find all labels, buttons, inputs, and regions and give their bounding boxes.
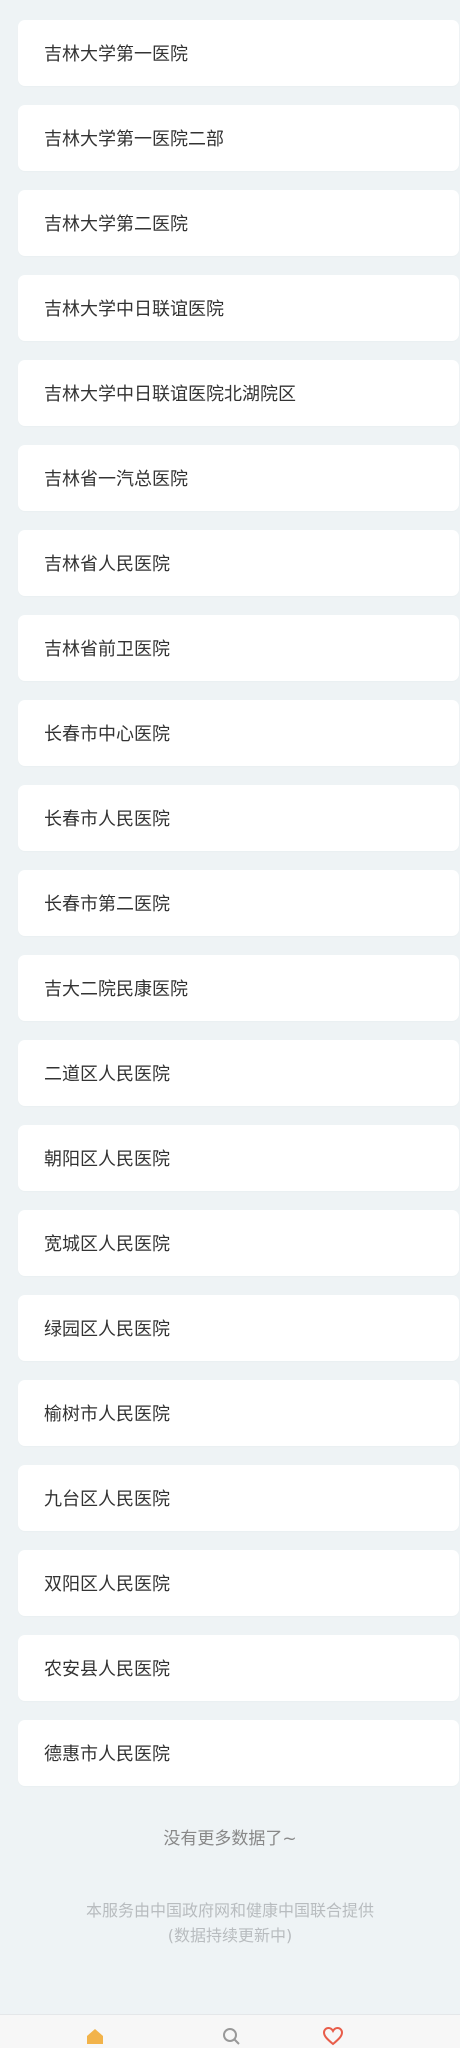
list-item-hospital[interactable]: 榆树市人民医院 — [18, 1380, 459, 1446]
hospital-name: 九台区人民医院 — [44, 1489, 170, 1510]
list-item-hospital[interactable]: 吉林大学第一医院 — [18, 20, 459, 86]
hospital-name: 绿园区人民医院 — [44, 1319, 170, 1340]
hospital-name: 吉林大学第二医院 — [44, 214, 188, 235]
heart-icon — [322, 2025, 344, 2047]
tab-favorites[interactable] — [322, 2025, 352, 2047]
list-item-hospital[interactable]: 吉大二院民康医院 — [18, 955, 459, 1021]
footer-line-updating: (数据持续更新中) — [167, 1926, 293, 1945]
list-item-hospital[interactable]: 吉林大学中日联谊医院 — [18, 275, 459, 341]
no-more-data-text: 没有更多数据了~ — [163, 1829, 297, 1849]
tab-home[interactable] — [84, 2025, 114, 2047]
hospital-name: 德惠市人民医院 — [44, 1744, 170, 1765]
list-item-hospital[interactable]: 吉林大学第二医院 — [18, 190, 459, 256]
list-item-hospital[interactable]: 双阳区人民医院 — [18, 1550, 459, 1616]
home-icon — [84, 2025, 106, 2047]
hospital-name: 吉林大学第一医院二部 — [44, 129, 224, 150]
hospital-name: 吉林大学中日联谊医院北湖院区 — [44, 384, 296, 405]
list-item-hospital[interactable]: 朝阳区人民医院 — [18, 1125, 459, 1191]
bottom-tab-bar — [0, 2014, 460, 2048]
list-item-hospital[interactable]: 二道区人民医院 — [18, 1040, 459, 1106]
hospital-name: 长春市人民医院 — [44, 809, 170, 830]
hospital-name: 吉林大学第一医院 — [44, 44, 188, 65]
hospital-name: 二道区人民医院 — [44, 1064, 170, 1085]
list-item-hospital[interactable]: 吉林省一汽总医院 — [18, 445, 459, 511]
list-item-hospital[interactable]: 宽城区人民医院 — [18, 1210, 459, 1276]
list-item-hospital[interactable]: 吉林大学中日联谊医院北湖院区 — [18, 360, 459, 426]
hospital-name: 吉大二院民康医院 — [44, 979, 188, 1000]
hospital-name: 吉林省一汽总医院 — [44, 469, 188, 490]
list-item-hospital[interactable]: 九台区人民医院 — [18, 1465, 459, 1531]
hospital-name: 长春市中心医院 — [44, 724, 170, 745]
list-item-hospital[interactable]: 长春市中心医院 — [18, 700, 459, 766]
list-item-hospital[interactable]: 吉林省人民医院 — [18, 530, 459, 596]
list-item-hospital[interactable]: 长春市人民医院 — [18, 785, 459, 851]
hospital-name: 榆树市人民医院 — [44, 1404, 170, 1425]
list-item-hospital[interactable]: 绿园区人民医院 — [18, 1295, 459, 1361]
footer-line-provider: 本服务由中国政府网和健康中国联合提供 — [85, 1901, 374, 1920]
list-item-hospital[interactable]: 吉林大学第一医院二部 — [18, 105, 459, 171]
hospital-name: 长春市第二医院 — [44, 894, 170, 915]
hospital-name: 吉林省前卫医院 — [44, 639, 170, 660]
hospital-name: 吉林大学中日联谊医院 — [44, 299, 224, 320]
hospital-name: 朝阳区人民医院 — [44, 1149, 170, 1170]
tab-search[interactable] — [220, 2025, 250, 2047]
list-item-hospital[interactable]: 长春市第二医院 — [18, 870, 459, 936]
hospital-list-page: 吉林大学第一医院 吉林大学第一医院二部 吉林大学第二医院 吉林大学中日联谊医院 … — [0, 0, 460, 2048]
list-item-hospital[interactable]: 农安县人民医院 — [18, 1635, 459, 1701]
hospital-name: 农安县人民医院 — [44, 1659, 170, 1680]
service-footer-note: 本服务由中国政府网和健康中国联合提供 (数据持续更新中) — [0, 1898, 460, 1948]
list-item-hospital[interactable]: 德惠市人民医院 — [18, 1720, 459, 1786]
hospital-name: 吉林省人民医院 — [44, 554, 170, 575]
search-icon — [220, 2025, 242, 2047]
hospital-name: 双阳区人民医院 — [44, 1574, 170, 1595]
list-item-hospital[interactable]: 吉林省前卫医院 — [18, 615, 459, 681]
hospital-name: 宽城区人民医院 — [44, 1234, 170, 1255]
